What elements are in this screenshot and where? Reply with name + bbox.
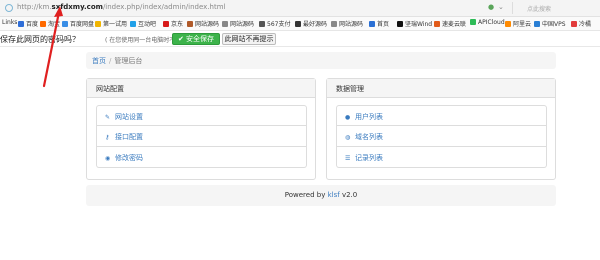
annotation-arrow (42, 6, 63, 88)
